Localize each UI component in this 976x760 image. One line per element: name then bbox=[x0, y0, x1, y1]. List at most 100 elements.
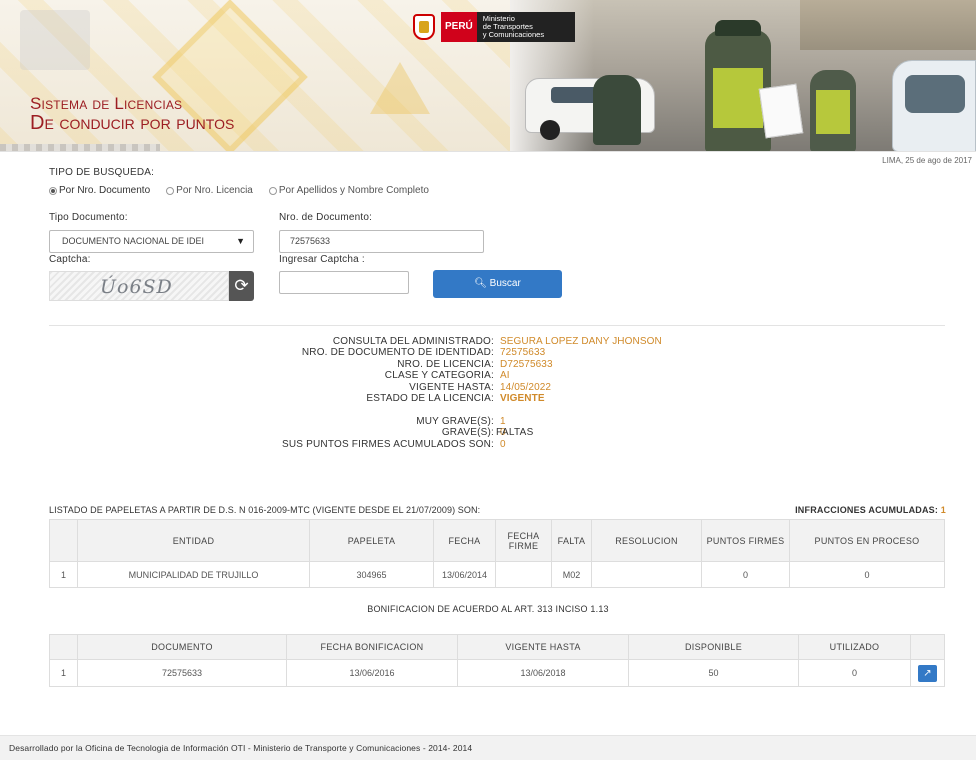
radio-dot[interactable] bbox=[166, 186, 175, 195]
page: PERÚ Ministerio de Transportes y Comunic… bbox=[0, 0, 976, 760]
table-cell: 72575633 bbox=[77, 659, 287, 687]
info-row: CONSULTA DEL ADMINISTRADO: SEGURA LOPEZ D… bbox=[200, 336, 760, 347]
info-value: AI bbox=[500, 370, 510, 382]
faltas-label: FALTAS bbox=[496, 427, 534, 438]
captcha-text: Úo6SD bbox=[100, 276, 173, 298]
info-key: NRO. DE DOCUMENTO DE IDENTIDAD: bbox=[301, 347, 494, 359]
info-key: GRAVE(S): bbox=[441, 427, 494, 439]
column-header: ENTIDAD bbox=[77, 519, 310, 562]
radio-por-licencia[interactable]: Por Nro. Licencia bbox=[166, 185, 253, 196]
infracciones-summary: INFRACCIONES ACUMULADAS: 1 bbox=[795, 505, 946, 515]
result-info: CONSULTA DEL ADMINISTRADO: SEGURA LOPEZ D… bbox=[200, 336, 760, 450]
table-cell: 13/06/2014 bbox=[433, 561, 496, 588]
system-title: Sistema de Licencias De conducir por pun… bbox=[30, 94, 235, 134]
divider bbox=[49, 325, 945, 326]
table-cell: 50 bbox=[628, 659, 799, 687]
radio-por-documento[interactable]: Por Nro. Documento bbox=[49, 185, 150, 196]
info-row: GRAVE(S): 0 bbox=[200, 427, 760, 438]
info-key: ESTADO DE LA LICENCIA: bbox=[366, 392, 494, 404]
table-cell: 1 bbox=[49, 561, 78, 588]
info-row bbox=[200, 404, 760, 415]
table-row: 1 MUNICIPALIDAD DE TRUJILLO 304965 13/06… bbox=[49, 561, 945, 588]
info-key: SUS PUNTOS FIRMES ACUMULADOS SON: bbox=[281, 438, 494, 450]
footer: Desarrollado por la Oficina de Tecnologi… bbox=[0, 735, 976, 760]
table-row: 1 72575633 13/06/2016 13/06/2018 50 0 ↗ bbox=[49, 659, 945, 687]
radio-por-nombre[interactable]: Por Apellidos y Nombre Completo bbox=[268, 185, 429, 196]
header-photo-officer bbox=[593, 75, 641, 145]
infracciones-value: 1 bbox=[940, 505, 946, 515]
bonificacion-title: BONIFICACION DE ACUERDO AL ART. 313 INCI… bbox=[367, 604, 609, 614]
radio-dot[interactable] bbox=[268, 186, 277, 195]
column-header: DOCUMENTO bbox=[77, 634, 287, 660]
info-value: VIGENTE bbox=[500, 392, 545, 404]
table-cell: MUNICIPALIDAD DE TRUJILLO bbox=[77, 561, 310, 588]
nro-documento-label: Nro. de Documento: bbox=[279, 212, 373, 223]
column-header: PAPELETA bbox=[309, 519, 434, 562]
system-title-line2: De conducir por puntos bbox=[30, 112, 235, 134]
tipo-documento-select[interactable]: DOCUMENTO NACIONAL DE IDEI ▼ bbox=[49, 230, 254, 253]
table-cell: ↗ bbox=[910, 659, 945, 687]
external-link-icon[interactable]: ↗ bbox=[918, 664, 937, 682]
header-photo-building bbox=[800, 0, 976, 50]
table-cell: 13/06/2018 bbox=[457, 659, 629, 687]
tipo-documento-label: Tipo Documento: bbox=[49, 212, 128, 223]
captcha-input[interactable] bbox=[279, 271, 409, 294]
bonificacion-table: DOCUMENTO FECHA BONIFICACION VIGENTE HAS… bbox=[49, 634, 945, 687]
info-value: 1 bbox=[500, 415, 506, 427]
header-photo-car bbox=[892, 60, 976, 151]
table-cell: 1 bbox=[49, 659, 78, 687]
header-decor bbox=[370, 62, 430, 114]
refresh-icon: ⟳ bbox=[234, 276, 249, 295]
dropdown-arrow-icon: ▼ bbox=[236, 236, 245, 246]
column-header bbox=[49, 519, 78, 562]
buscar-label: Buscar bbox=[489, 278, 521, 289]
info-key: CLASE Y CATEGORIA: bbox=[384, 370, 494, 382]
captcha-image: Úo6SD bbox=[49, 271, 229, 301]
info-value: 0 bbox=[500, 438, 506, 450]
column-header: VIGENTE HASTA bbox=[457, 634, 629, 660]
info-row: NRO. DE LICENCIA: D72575633 bbox=[200, 359, 760, 370]
coat-of-arms-icon bbox=[413, 14, 435, 40]
info-value: D72575633 bbox=[500, 358, 553, 370]
refresh-captcha-button[interactable]: ⟳ bbox=[229, 271, 254, 301]
info-key: VIGENTE HASTA: bbox=[409, 381, 494, 393]
info-row: VIGENTE HASTA: 14/05/2022 bbox=[200, 382, 760, 393]
column-header: DISPONIBLE bbox=[628, 634, 799, 660]
search-type-label: TIPO DE BUSQUEDA: bbox=[49, 167, 155, 178]
search-type-radios: Por Nro. Documento Por Nro. Licencia Por… bbox=[49, 185, 429, 196]
table-header-row: DOCUMENTO FECHA BONIFICACION VIGENTE HAS… bbox=[49, 634, 945, 660]
table-cell: 304965 bbox=[309, 561, 434, 588]
buscar-button[interactable]: 🔍︎ Buscar bbox=[433, 270, 562, 298]
column-header bbox=[49, 634, 78, 660]
header-decor bbox=[20, 10, 90, 70]
nro-documento-input[interactable]: 72575633 bbox=[279, 230, 484, 253]
table-cell: 0 bbox=[798, 659, 911, 687]
table-cell bbox=[591, 561, 702, 588]
radio-dot[interactable] bbox=[49, 186, 57, 195]
info-key: CONSULTA DEL ADMINISTRADO: bbox=[332, 336, 494, 347]
radio-label: Por Apellidos y Nombre Completo bbox=[278, 185, 429, 196]
table-cell bbox=[495, 561, 552, 588]
column-header: UTILIZADO bbox=[798, 634, 911, 660]
column-header: FECHA FIRME bbox=[495, 519, 552, 562]
table-cell: 13/06/2016 bbox=[286, 659, 458, 687]
mtc-logo: PERÚ Ministerio de Transportes y Comunic… bbox=[413, 12, 575, 42]
tipo-documento-value: DOCUMENTO NACIONAL DE IDEI bbox=[62, 236, 205, 246]
header-bar bbox=[0, 144, 160, 151]
info-key: MUY GRAVE(S): bbox=[416, 415, 494, 427]
info-row: ESTADO DE LA LICENCIA: VIGENTE bbox=[200, 393, 760, 404]
info-value: SEGURA LOPEZ DANY JHONSON bbox=[500, 336, 662, 347]
header-photo-paper bbox=[758, 83, 804, 139]
ministry-label: Ministerio de Transportes y Comunicacion… bbox=[476, 12, 575, 42]
column-header: PUNTOS EN PROCESO bbox=[789, 519, 945, 562]
column-header: PUNTOS FIRMES bbox=[701, 519, 790, 562]
info-value: 72575633 bbox=[500, 347, 546, 359]
radio-label: Por Nro. Documento bbox=[59, 185, 151, 196]
system-title-line1: Sistema de Licencias bbox=[30, 94, 183, 113]
header-banner: PERÚ Ministerio de Transportes y Comunic… bbox=[0, 0, 976, 152]
info-value: 14/05/2022 bbox=[500, 381, 552, 393]
column-header: FECHA BONIFICACION bbox=[286, 634, 458, 660]
table-cell: 0 bbox=[701, 561, 790, 588]
info-row: CLASE Y CATEGORIA: AI bbox=[200, 370, 760, 381]
ministry-line: y Comunicaciones bbox=[482, 30, 545, 39]
